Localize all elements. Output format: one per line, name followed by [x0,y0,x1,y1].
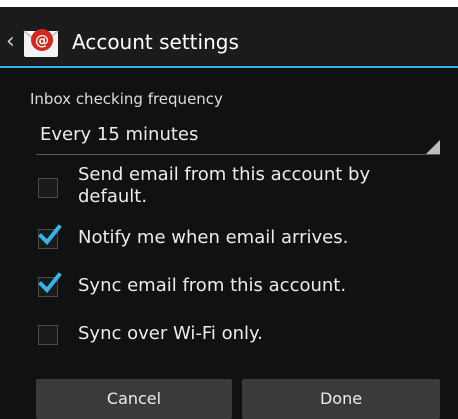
option-send-default[interactable]: Send email from this account by default. [36,164,446,220]
chevron-left-icon[interactable]: ‹ [6,31,16,53]
dropdown-triangle-icon [426,140,440,154]
option-label: Sync email from this account. [78,275,347,296]
checkbox[interactable] [38,224,62,249]
inbox-frequency-value: Every 15 minutes [40,124,199,145]
checkbox[interactable] [38,272,62,297]
page-title: Account settings [72,30,239,54]
option-label: Sync over Wi-Fi only. [78,323,263,344]
done-button[interactable]: Done [242,379,440,419]
checkmark-icon [38,272,62,293]
action-bar: ‹ @ Account settings [0,7,458,68]
email-app-icon[interactable]: @ [22,23,62,63]
status-strip [0,0,458,7]
option-label: Notify me when email arrives. [78,227,349,248]
svg-text:@: @ [35,33,49,49]
checkmark-icon [38,224,62,245]
settings-panel: Inbox checking frequency Every 15 minute… [0,68,458,419]
option-wifi-only[interactable]: Sync over Wi-Fi only. [36,321,446,351]
inbox-frequency-label: Inbox checking frequency [30,90,223,108]
checkbox[interactable] [38,178,58,198]
option-sync[interactable]: Sync email from this account. [36,272,446,303]
inbox-frequency-spinner[interactable]: Every 15 minutes [36,118,440,155]
option-notify[interactable]: Notify me when email arrives. [36,224,446,255]
cancel-button[interactable]: Cancel [36,379,232,419]
checkbox[interactable] [38,325,58,345]
option-label: Send email from this account by default. [78,164,371,207]
